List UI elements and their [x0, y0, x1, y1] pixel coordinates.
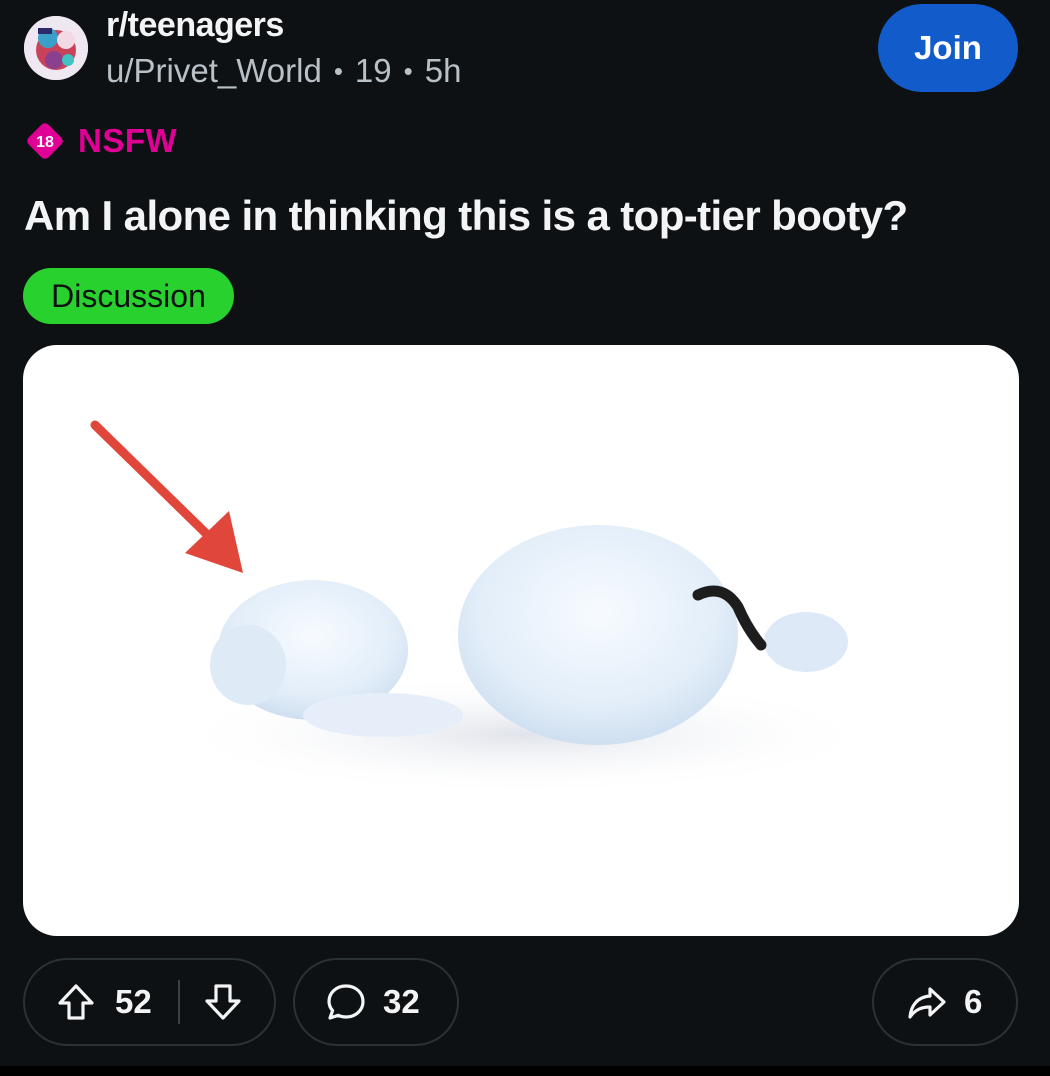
meta-separator-2: • — [403, 55, 413, 86]
arrow-up-outline-icon[interactable] — [55, 981, 97, 1023]
nsfw-badge-text: 18 — [36, 134, 54, 151]
subreddit-name[interactable]: r/teenagers — [106, 6, 284, 45]
vote-divider — [177, 980, 180, 1024]
post-title[interactable]: Am I alone in thinking this is a top-tie… — [24, 192, 1024, 240]
comment-count: 32 — [383, 983, 420, 1020]
bottom-divider — [0, 1066, 1050, 1076]
post-image[interactable] — [23, 345, 1019, 936]
vote-score: 52 — [115, 983, 152, 1020]
share-count: 6 — [964, 983, 983, 1020]
post-meta: u/Privet_World • 19 • 5h — [106, 52, 461, 90]
post-flair[interactable]: Discussion — [23, 268, 234, 324]
author-name[interactable]: u/Privet_World — [106, 52, 322, 90]
join-button[interactable]: Join — [878, 4, 1018, 92]
speech-bubble-icon — [325, 981, 367, 1023]
vote-control: 52 — [23, 958, 276, 1046]
post-card: r/teenagers u/Privet_World • 19 • 5h Joi… — [0, 0, 1050, 1076]
arrow-down-outline-icon[interactable] — [202, 981, 244, 1023]
nsfw-tag: 18 NSFW — [24, 120, 177, 162]
nsfw-label: NSFW — [78, 122, 178, 159]
subreddit-avatar[interactable] — [24, 16, 88, 80]
share-button[interactable]: 6 — [872, 958, 1018, 1046]
snowman-lying-down-illustration-icon — [90, 420, 883, 795]
meta-separator: • — [333, 55, 343, 86]
comments-button[interactable]: 32 — [293, 958, 459, 1046]
author-age: 19 — [354, 52, 392, 89]
nsfw-18-icon: 18 — [24, 120, 66, 162]
post-time: 5h — [424, 52, 462, 89]
share-arrow-icon — [906, 981, 948, 1023]
